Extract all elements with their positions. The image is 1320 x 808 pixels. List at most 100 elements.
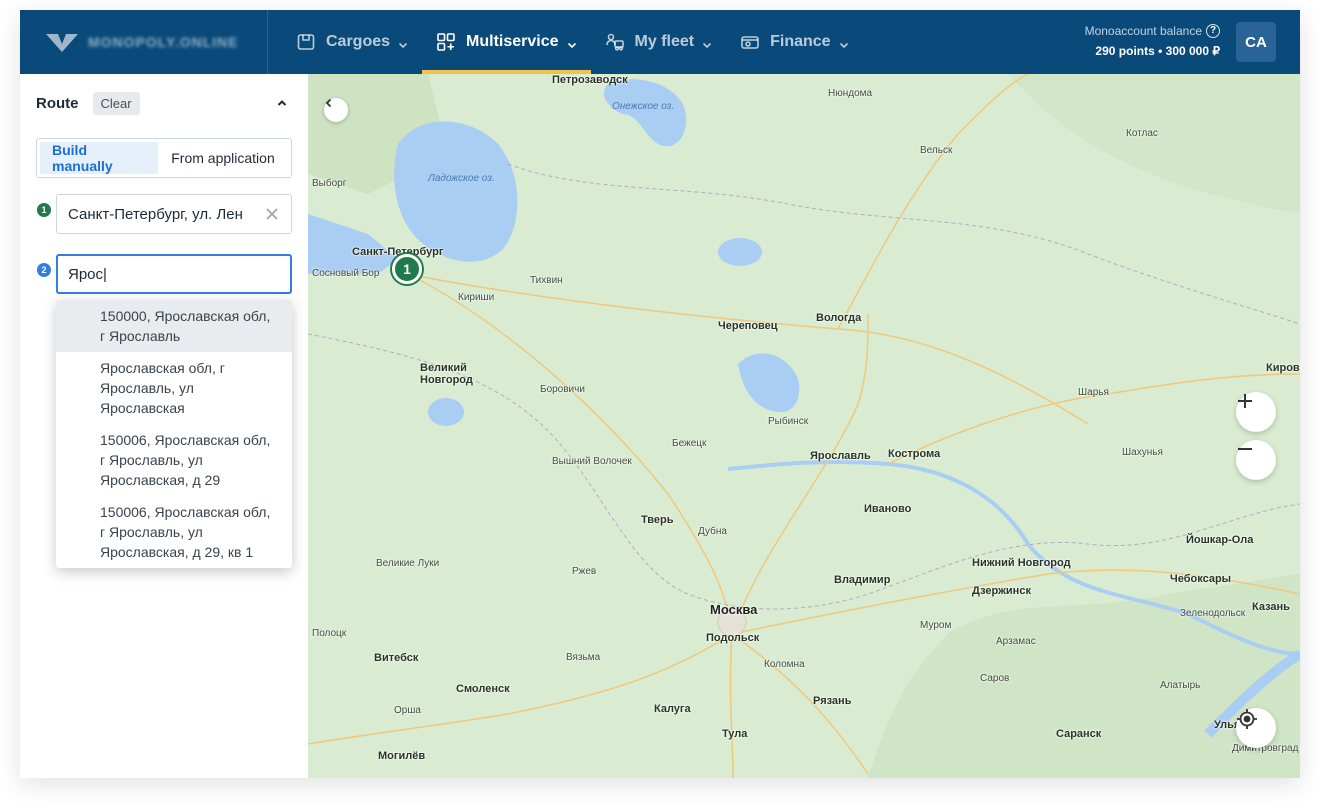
route-mode-toggle: Build manually From application [36, 138, 292, 178]
lake-label: Онежское оз. [612, 101, 675, 112]
suggestion-item[interactable]: 150006, Ярославская обл, г Ярославль, ул… [56, 496, 292, 568]
city-label: Полоцк [312, 628, 347, 639]
box-icon [296, 32, 316, 52]
city-label: Нижний Новгород [972, 557, 1071, 569]
map-view[interactable]: Ладожское оз. Онежское оз. Петрозаводск … [308, 74, 1300, 778]
city-label: Калуга [654, 703, 691, 715]
balance-label: Monoaccount balance [1084, 24, 1202, 38]
city-label: Котлас [1126, 128, 1158, 139]
from-application-button[interactable]: From application [158, 142, 288, 174]
city-label: Муром [920, 620, 952, 631]
app-window: MONOPOLY.ONLINE Cargoes Multiservice My … [20, 10, 1300, 778]
city-label: Саров [980, 673, 1010, 684]
city-label: Ржев [572, 566, 597, 577]
city-label: Шарья [1078, 387, 1109, 398]
address-suggestions: 150000, Ярославская обл, г Ярославль Яро… [56, 300, 292, 568]
city-label: Выборг [312, 178, 347, 189]
destination-address-input[interactable]: Ярос| [56, 254, 292, 294]
city-label: Орша [394, 705, 421, 716]
nav-finance-label: Finance [770, 33, 831, 50]
main-nav: Cargoes Multiservice My fleet Finance [282, 10, 863, 74]
city-label: Боровичи [540, 384, 585, 395]
city-label: Вельск [920, 145, 953, 156]
city-label: Петрозаводск [552, 74, 628, 86]
city-label: Зеленодольск [1180, 608, 1246, 619]
nav-multiservice-label: Multiservice [466, 33, 559, 50]
grid-plus-icon [436, 32, 456, 52]
chevron-down-icon [567, 37, 577, 49]
close-icon[interactable] [265, 207, 279, 221]
city-label: Иваново [864, 503, 912, 515]
nav-cargoes[interactable]: Cargoes [282, 10, 422, 74]
city-label: Дзержинск [972, 585, 1031, 597]
city-label: Коломна [764, 659, 805, 670]
point-1-badge: 1 [37, 203, 51, 217]
clear-button[interactable]: Clear [92, 92, 140, 115]
chevron-down-icon [702, 37, 712, 49]
city-label: Киров [1266, 362, 1300, 374]
city-label: Ярославль [810, 450, 871, 462]
city-label: Вышний Волочек [552, 456, 632, 467]
city-label: Саранск [1056, 728, 1102, 740]
city-label: Тула [722, 728, 748, 740]
origin-address-input[interactable]: Санкт-Петербург, ул. Лен [56, 194, 292, 234]
city-label: Москва [710, 602, 758, 617]
zoom-out-button[interactable] [1236, 440, 1276, 480]
city-label: Витебск [374, 652, 419, 664]
city-label: Смоленск [456, 683, 510, 695]
city-label: Кострома [888, 448, 941, 460]
destination-address-value: Ярос| [68, 265, 107, 283]
suggestion-item[interactable]: Ярославская обл, г Ярославль, ул Ярослав… [56, 352, 292, 424]
city-label: Могилёв [378, 750, 426, 762]
city-label: Сосновый Бор [312, 268, 380, 279]
city-label: Дубна [698, 526, 727, 537]
city-label: Казань [1252, 601, 1290, 613]
lake-label: Ладожское оз. [428, 173, 495, 184]
monoaccount-balance: Monoaccount balance? 290 points • 300 00… [1085, 24, 1220, 58]
collapse-panel-button[interactable] [324, 98, 348, 122]
balance-value: 290 points • 300 000 ₽ [1095, 44, 1220, 58]
nav-finance[interactable]: Finance [726, 10, 862, 74]
truck-people-icon [605, 32, 625, 52]
wallet-icon [740, 32, 760, 52]
city-label: Кириши [458, 292, 495, 303]
chevron-down-icon [398, 37, 408, 49]
city-label: Великие Луки [376, 558, 440, 569]
build-manually-button[interactable]: Build manually [40, 142, 158, 174]
logo[interactable]: MONOPOLY.ONLINE [20, 10, 268, 74]
city-label: Вологда [816, 312, 862, 324]
city-label: Тихвин [530, 275, 563, 286]
point-2-badge: 2 [37, 263, 51, 277]
nav-my-fleet-label: My fleet [634, 33, 695, 50]
nav-my-fleet[interactable]: My fleet [591, 10, 727, 74]
logo-mark-icon [44, 30, 80, 54]
route-point-marker[interactable]: 1 [392, 254, 422, 284]
route-header: Route Clear [36, 92, 140, 115]
city-label: Владимир [834, 574, 891, 586]
city-label: Нюндома [828, 88, 873, 99]
nav-cargoes-label: Cargoes [326, 33, 391, 50]
nav-multiservice[interactable]: Multiservice [422, 10, 592, 74]
locate-me-button[interactable] [1236, 708, 1276, 748]
city-label: Арзамас [996, 636, 1036, 647]
city-label: Вязьма [566, 652, 601, 663]
avatar[interactable]: CA [1236, 22, 1276, 62]
city-label: Шахунья [1122, 447, 1163, 458]
suggestion-item[interactable]: 150006, Ярославская обл, г Ярославль, ул… [56, 424, 292, 496]
logo-text: MONOPOLY.ONLINE [88, 34, 239, 50]
city-label: Йошкар-Ола [1186, 534, 1254, 546]
city-label: Бежецк [672, 438, 707, 449]
origin-address-value: Санкт-Петербург, ул. Лен [68, 205, 243, 223]
city-label: Рыбинск [768, 416, 809, 427]
help-icon[interactable]: ? [1206, 24, 1220, 38]
city-label: Чебоксары [1170, 573, 1232, 585]
route-title: Route [36, 95, 79, 112]
city-label: Великий Новгород [420, 362, 473, 386]
city-label: Череповец [718, 320, 778, 332]
suggestion-item[interactable]: 150000, Ярославская обл, г Ярославль [56, 300, 292, 352]
route-sidebar: Route Clear Build manually From applicat… [20, 74, 308, 778]
chevron-down-icon [839, 37, 849, 49]
top-navigation-bar: MONOPOLY.ONLINE Cargoes Multiservice My … [20, 10, 1300, 74]
chevron-up-icon[interactable] [276, 96, 288, 108]
zoom-in-button[interactable] [1236, 392, 1276, 432]
